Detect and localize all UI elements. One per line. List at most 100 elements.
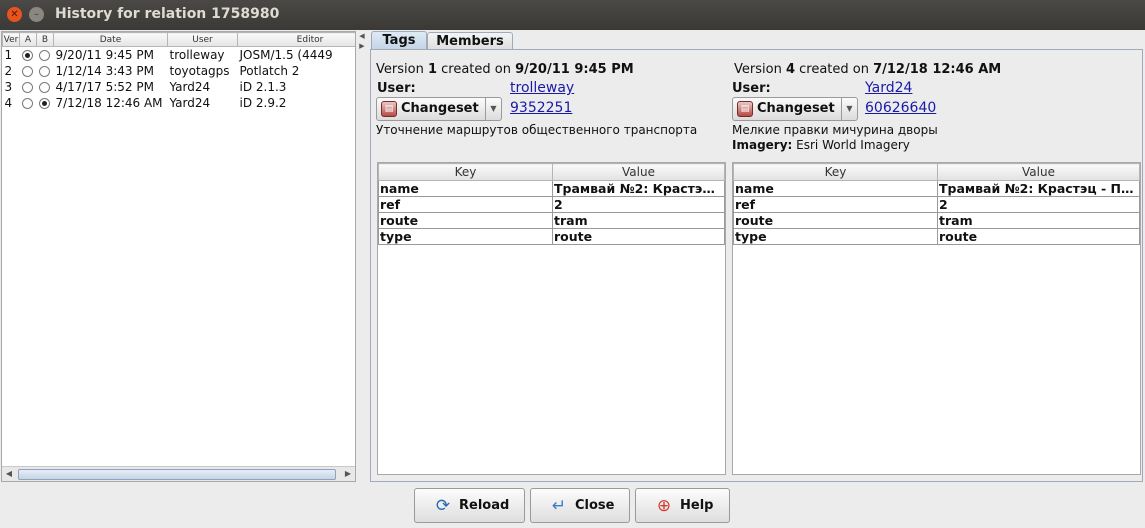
close-button[interactable]: ↵ Close [530, 488, 630, 523]
close-arrow-icon: ↵ [551, 496, 567, 516]
column-header-date[interactable]: Date [53, 32, 168, 47]
radio-b[interactable] [38, 66, 50, 77]
version-date: 7/12/18 12:46 AM [55, 96, 163, 110]
radio-a[interactable] [21, 66, 33, 77]
tag-value: Трамвай №2: Крастэц - По... [937, 180, 1140, 197]
column-header-a[interactable]: A [19, 32, 37, 47]
radio-a[interactable] [21, 82, 33, 93]
tag-key: route [378, 212, 553, 229]
reload-button[interactable]: ⟳ Reload [414, 488, 525, 523]
table-row[interactable]: name Трамвай №2: Крастэц - По... [733, 180, 1140, 197]
horizontal-scrollbar[interactable]: ◀ ▶ [2, 466, 355, 481]
column-header-key[interactable]: Key [733, 163, 938, 181]
chevron-down-icon[interactable]: ▼ [841, 98, 857, 120]
version-number: 3 [4, 80, 13, 94]
tag-value: tram [937, 212, 1140, 229]
user-label: User: [732, 81, 771, 96]
column-header-value[interactable]: Value [937, 163, 1140, 181]
scrollbar-thumb[interactable] [18, 469, 336, 480]
version-header: Version 1 created on 9/20/11 9:45 PM [376, 62, 634, 77]
table-row[interactable]: type route [733, 228, 1140, 245]
version-date: 1/12/14 3:43 PM [55, 64, 154, 78]
expand-right-icon[interactable]: ▶ [358, 41, 366, 51]
table-row[interactable]: route tram [733, 212, 1140, 229]
tab-tags[interactable]: Tags [371, 31, 427, 50]
column-header-key[interactable]: Key [378, 163, 553, 181]
column-header-ver[interactable]: Ver [2, 32, 20, 47]
tag-key: ref [733, 196, 938, 213]
user-link[interactable]: trolleway [510, 80, 574, 96]
tag-key: type [378, 228, 553, 245]
table-row[interactable]: name Трамвай №2: Крастэц... [378, 180, 725, 197]
radio-b[interactable] [38, 82, 50, 93]
changeset-link[interactable]: 60626640 [865, 100, 936, 116]
tag-value: route [552, 228, 725, 245]
version-header: Version 4 created on 7/12/18 12:46 AM [734, 62, 1002, 77]
table-row[interactable]: route tram [378, 212, 725, 229]
changeset-icon: ▤ [737, 101, 753, 117]
changeset-button[interactable]: ▤ Changeset ▼ [732, 97, 858, 121]
tags-table-container: Key Value name Трамвай №2: Крастэц - По..… [732, 162, 1141, 475]
tags-tab-panel: Version 1 created on 9/20/11 9:45 PM Use… [370, 49, 1143, 482]
help-button[interactable]: ⊕ Help [635, 488, 730, 523]
reload-icon: ⟳ [435, 496, 451, 516]
version-number: 2 [4, 64, 13, 78]
chevron-down-icon[interactable]: ▼ [485, 98, 501, 120]
column-header-b[interactable]: B [36, 32, 54, 47]
tag-key: name [733, 180, 938, 197]
column-header-user[interactable]: User [167, 32, 238, 47]
scroll-left-icon[interactable]: ◀ [2, 467, 16, 481]
changeset-comment: Мелкие правки мичурина дворы [732, 123, 938, 137]
tag-value: 2 [937, 196, 1140, 213]
tags-table: Key Value name Трамвай №2: Крастэц... ref… [378, 163, 725, 245]
scroll-right-icon[interactable]: ▶ [341, 467, 355, 481]
split-pane-divider[interactable]: ◀ ▶ [358, 31, 366, 482]
version-editor: iD 2.1.3 [239, 80, 287, 94]
radio-b[interactable] [38, 98, 50, 109]
window-minimize-button[interactable]: – [29, 7, 44, 22]
radio-b[interactable] [38, 50, 50, 61]
version-user: Yard24 [169, 80, 211, 94]
table-row[interactable]: type route [378, 228, 725, 245]
imagery-source: Imagery: Esri World Imagery [732, 138, 910, 152]
table-row[interactable]: 4 7/12/18 12:46 AM Yard24 iD 2.9.2 [3, 95, 356, 111]
tags-table-container: Key Value name Трамвай №2: Крастэц... ref… [377, 162, 726, 475]
window-close-button[interactable]: ✕ [7, 7, 22, 22]
tag-value: Трамвай №2: Крастэц... [552, 180, 725, 197]
version-user: toyotagps [169, 64, 230, 78]
tag-value: 2 [552, 196, 725, 213]
table-row[interactable]: 1 9/20/11 9:45 PM trolleway JOSM/1.5 (44… [3, 47, 356, 64]
table-row[interactable]: 2 1/12/14 3:43 PM toyotagps Potlatch 2 [3, 63, 356, 79]
version-editor: iD 2.9.2 [239, 96, 287, 110]
version-date: 9/20/11 9:45 PM [55, 48, 154, 62]
column-header-value[interactable]: Value [552, 163, 725, 181]
collapse-left-icon[interactable]: ◀ [358, 31, 366, 41]
radio-a[interactable] [21, 98, 33, 109]
tag-key: ref [378, 196, 553, 213]
version-editor: Potlatch 2 [239, 64, 300, 78]
version-date: 4/17/17 5:52 PM [55, 80, 154, 94]
column-header-editor[interactable]: Editor [237, 32, 355, 47]
version-history-panel: Ver A B Date User Editor 1 9/20/11 9:45 … [1, 31, 356, 482]
version-user: Yard24 [169, 96, 211, 110]
radio-a[interactable] [21, 50, 33, 61]
changeset-link[interactable]: 9352251 [510, 100, 572, 116]
tag-key: type [733, 228, 938, 245]
tab-members[interactable]: Members [427, 32, 513, 50]
version-user: trolleway [169, 48, 225, 62]
table-row[interactable]: ref 2 [378, 196, 725, 213]
version-number: 1 [4, 48, 13, 62]
version-number: 4 [4, 96, 13, 110]
user-link[interactable]: Yard24 [865, 80, 912, 96]
version-history-table: Ver A B Date User Editor 1 9/20/11 9:45 … [2, 32, 356, 111]
tag-key: route [733, 212, 938, 229]
version-editor: JOSM/1.5 (4449 [239, 48, 333, 62]
changeset-button[interactable]: ▤ Changeset ▼ [376, 97, 502, 121]
title-bar: ✕ – History for relation 1758980 [0, 0, 1145, 30]
changeset-icon: ▤ [381, 101, 397, 117]
table-row[interactable]: ref 2 [733, 196, 1140, 213]
tags-table: Key Value name Трамвай №2: Крастэц - По..… [733, 163, 1140, 245]
tag-value: route [937, 228, 1140, 245]
window-title: History for relation 1758980 [55, 6, 280, 22]
table-row[interactable]: 3 4/17/17 5:52 PM Yard24 iD 2.1.3 [3, 79, 356, 95]
